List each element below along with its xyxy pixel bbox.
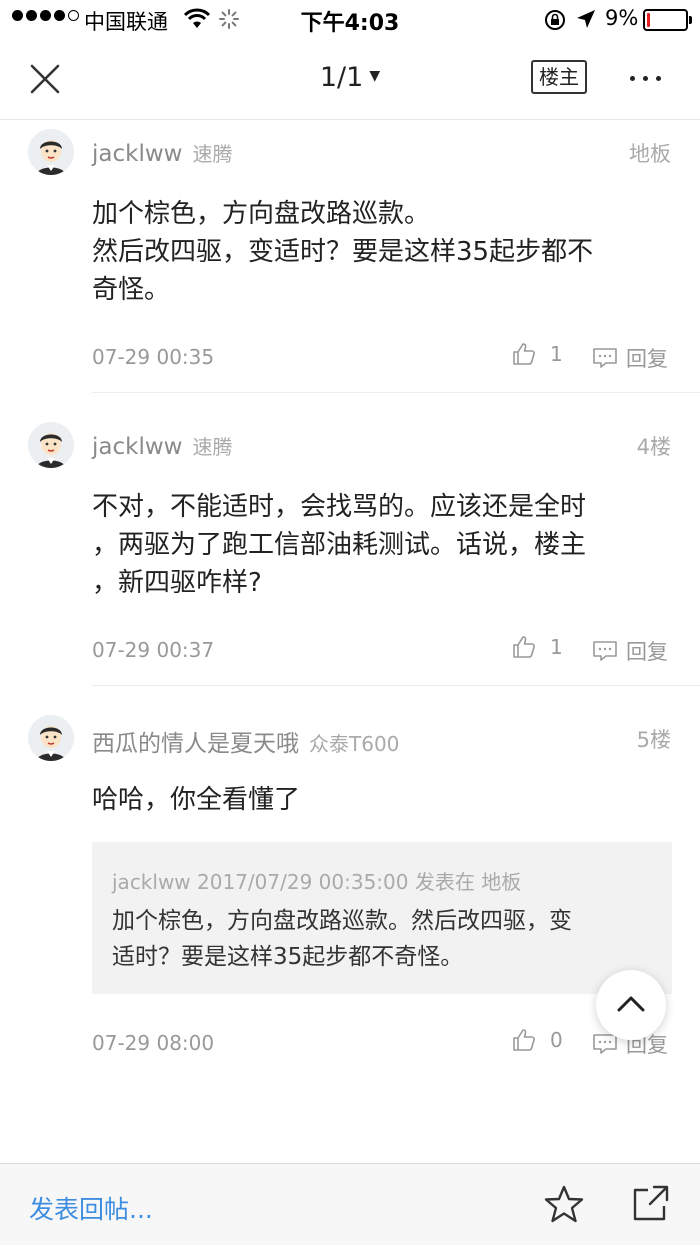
thumbs-up-icon (513, 343, 535, 365)
location-arrow-icon (575, 8, 597, 35)
floor-label: 5楼 (636, 728, 671, 752)
quote-header: jacklww 2017/07/29 00:35:00 发表在 地板 (112, 870, 522, 894)
post-content: 哈哈，你全看懂了 (92, 781, 674, 819)
content-line: 奇怪。 (92, 275, 171, 305)
comment-icon (593, 641, 617, 661)
floor-label: 4楼 (636, 435, 671, 459)
quote-line: 加个棕色，方向盘改路巡款。然后改四驱，变 (112, 908, 572, 934)
more-icon[interactable] (630, 76, 661, 81)
post-time: 07-29 00:35 (92, 345, 215, 369)
author-username: jacklww (92, 434, 183, 460)
battery-level-fill (647, 13, 650, 27)
reply-button[interactable]: 回复 (592, 343, 668, 373)
chevron-up-icon (617, 996, 645, 1012)
page-indicator: 1/1 (319, 62, 364, 93)
post-content: 不对，不能适时，会找骂的。应该还是全时 ，两驱为了跑工信部油耗测试。话说，楼主 … (92, 488, 674, 602)
content-line: 哈哈，你全看懂了 (92, 785, 301, 815)
like-count: 0 (550, 1028, 563, 1052)
battery-percent: 9% (605, 6, 639, 30)
reply-label: 回复 (626, 347, 668, 371)
comment-icon (593, 348, 617, 368)
quoted-post[interactable]: jacklww 2017/07/29 00:35:00 发表在 地板 加个棕色，… (92, 842, 672, 994)
post-divider (92, 685, 700, 686)
like-button[interactable]: 1 (512, 635, 563, 659)
quote-line: 适时？要是这样35起步都不奇怪。 (112, 944, 464, 970)
post-content: 加个棕色，方向盘改路巡款。 然后改四驱，变适时？要是这样35起步都不 奇怪。 (92, 195, 674, 309)
like-button[interactable]: 1 (512, 342, 563, 366)
content-line: 加个棕色，方向盘改路巡款。 (92, 199, 431, 229)
caret-down-icon: ▼ (369, 67, 381, 84)
battery-icon (643, 9, 692, 31)
status-bar: 中国联通 下午4:03 9% (0, 0, 700, 40)
rotation-lock-icon (543, 8, 567, 37)
content-line: ，新四驱咋样? (92, 568, 262, 598)
post-time: 07-29 00:37 (92, 638, 215, 662)
author-car-model: 众泰T600 (309, 732, 400, 756)
star-icon[interactable] (543, 1184, 585, 1228)
bottom-bar: 发表回帖... (0, 1163, 700, 1245)
author-username: jacklww (92, 141, 183, 167)
thumbs-up-icon (513, 1029, 535, 1051)
author-username: 西瓜的情人是夏天哦 (92, 731, 299, 757)
author-name[interactable]: jacklww 速腾 (92, 138, 232, 167)
reply-label: 回复 (626, 640, 668, 664)
nav-bar: 1/1 ▼ 楼主 (0, 40, 700, 120)
avatar[interactable] (28, 422, 74, 468)
reply-button[interactable]: 回复 (592, 636, 668, 666)
avatar[interactable] (28, 129, 74, 175)
author-name[interactable]: jacklww 速腾 (92, 431, 232, 460)
author-car-model: 速腾 (192, 435, 233, 459)
like-button[interactable]: 0 (512, 1028, 563, 1052)
compose-reply-input[interactable]: 发表回帖... (29, 1190, 153, 1226)
author-car-model: 速腾 (192, 142, 233, 166)
post-divider (92, 392, 700, 393)
post-time: 07-29 08:00 (92, 1031, 215, 1055)
like-count: 1 (550, 635, 563, 659)
quote-text: 加个棕色，方向盘改路巡款。然后改四驱，变 适时？要是这样35起步都不奇怪。 (112, 903, 657, 975)
content-line: 不对，不能适时，会找骂的。应该还是全时 (92, 492, 587, 522)
page-selector[interactable]: 1/1 ▼ (0, 62, 700, 93)
scroll-to-top-button[interactable] (596, 970, 666, 1040)
author-name[interactable]: 西瓜的情人是夏天哦 众泰T600 (92, 724, 399, 758)
thumbs-up-icon (513, 636, 535, 658)
floor-label: 地板 (629, 142, 671, 166)
like-count: 1 (550, 342, 563, 366)
owner-only-button[interactable]: 楼主 (531, 60, 587, 94)
share-icon[interactable] (632, 1184, 670, 1226)
content-line: 然后改四驱，变适时？要是这样35起步都不 (92, 237, 594, 267)
avatar[interactable] (28, 715, 74, 761)
content-line: ，两驱为了跑工信部油耗测试。话说，楼主 (92, 530, 587, 560)
